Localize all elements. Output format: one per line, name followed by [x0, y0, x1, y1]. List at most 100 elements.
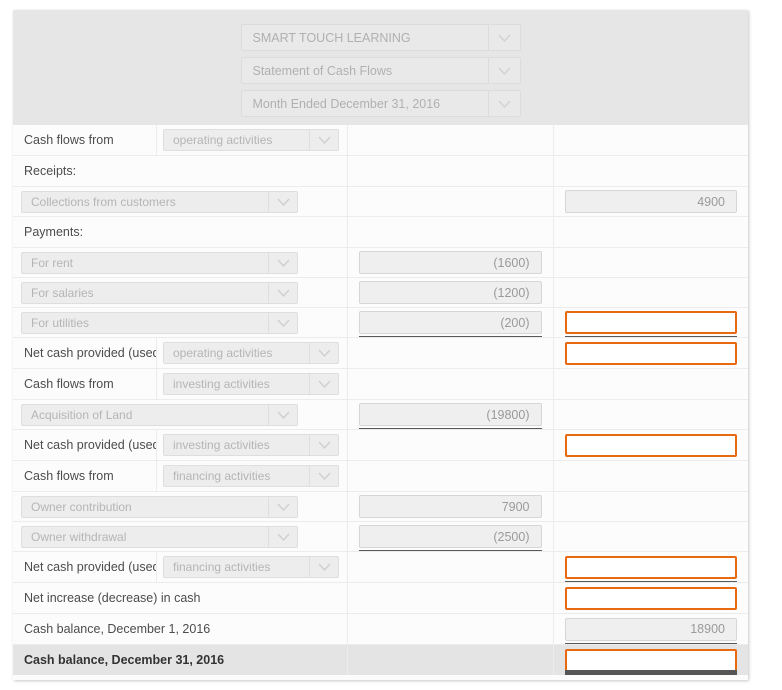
row-label: Cash flows from [13, 369, 157, 399]
amount-cell-col2[interactable]: 4900 [552, 186, 748, 217]
row-label-cell[interactable]: Net cash provided (used) by operating act… [13, 337, 347, 369]
amount-value: (1200) [493, 285, 530, 300]
activity-select-value: financing activities [173, 560, 271, 574]
chevron-down-icon[interactable] [268, 496, 297, 517]
chevron-down-icon[interactable] [309, 130, 338, 150]
statement-select[interactable]: Statement of Cash Flows [240, 57, 521, 84]
table-row: Net cash provided (used) by financing act… [13, 551, 748, 583]
amount-cell-col2[interactable] [552, 429, 748, 461]
amount-input-empty[interactable] [564, 555, 737, 579]
amount-input-empty[interactable] [564, 311, 737, 334]
chevron-down-icon[interactable] [268, 404, 297, 425]
activity-select[interactable]: operating activities [163, 342, 339, 364]
row-label-cell[interactable]: Cash flows from operating activities [13, 125, 347, 156]
chevron-down-icon[interactable] [309, 435, 338, 455]
activity-select[interactable]: investing activities [163, 373, 339, 395]
amount-input[interactable]: 18900 [564, 617, 737, 641]
row-label: Payments: [24, 225, 84, 239]
chevron-down-icon[interactable] [487, 91, 520, 116]
row-label-cell[interactable]: Cash flows from financing activities [13, 460, 347, 492]
line-item-select[interactable]: Collections from customers [21, 190, 298, 213]
row-label-cell[interactable]: Owner withdrawal [13, 521, 347, 552]
line-item-select-value: For salaries [31, 285, 94, 300]
amount-input-empty[interactable] [564, 648, 737, 672]
amount-cell-col1 [346, 551, 553, 583]
line-item-select[interactable]: Owner withdrawal [21, 525, 298, 548]
chevron-down-icon[interactable] [268, 282, 297, 303]
amount-cell-col1 [346, 644, 553, 675]
table-row: Collections from customers 4900 [13, 186, 748, 217]
amount-cell-col2 [552, 216, 748, 248]
statement-header: SMART TOUCH LEARNING Statement of Cash F… [13, 10, 748, 125]
chevron-down-icon[interactable] [268, 526, 297, 547]
chevron-down-icon[interactable] [309, 343, 338, 363]
chevron-down-icon[interactable] [268, 252, 297, 273]
line-item-select[interactable]: Acquisition of Land [21, 403, 298, 426]
amount-cell-col2[interactable] [552, 551, 748, 583]
activity-select[interactable]: investing activities [163, 434, 339, 456]
amount-input[interactable]: (1200) [358, 281, 542, 304]
amount-cell-col2[interactable] [552, 307, 748, 338]
activity-select[interactable]: operating activities [163, 129, 339, 151]
line-item-select[interactable]: For salaries [21, 281, 298, 304]
company-select[interactable]: SMART TOUCH LEARNING [240, 24, 521, 51]
chevron-down-icon[interactable] [268, 312, 297, 333]
activity-select[interactable]: financing activities [163, 556, 339, 578]
amount-cell-col1[interactable]: (2500) [346, 521, 553, 552]
chevron-down-icon[interactable] [487, 25, 520, 50]
row-label-cell[interactable]: For rent [13, 247, 347, 278]
amount-cell-col2[interactable] [552, 337, 748, 369]
table-body: Cash flows from operating activities Recei… [13, 125, 748, 675]
row-label-cell[interactable]: Owner contribution [13, 491, 347, 522]
table-row: Net increase (decrease) in cash [13, 582, 748, 614]
amount-cell-col1[interactable]: (200) [346, 307, 553, 338]
amount-input[interactable]: (19800) [358, 403, 542, 426]
amount-cell-col2[interactable] [552, 644, 748, 675]
chevron-down-icon[interactable] [309, 557, 338, 577]
amount-cell-col1[interactable]: (19800) [346, 399, 553, 430]
amount-input[interactable]: (2500) [358, 525, 542, 548]
amount-input-empty[interactable] [564, 586, 737, 610]
row-label-cell[interactable]: For utilities [13, 307, 347, 338]
amount-input[interactable]: 4900 [564, 190, 737, 213]
chevron-down-icon[interactable] [309, 466, 338, 486]
line-item-select[interactable]: For utilities [21, 311, 298, 334]
line-item-select[interactable]: For rent [21, 251, 298, 274]
row-label: Receipts: [24, 164, 77, 178]
amount-cell-col2[interactable]: 18900 [552, 613, 748, 645]
cash-flow-table: Cash flows from operating activities Recei… [13, 125, 748, 675]
row-label-cell[interactable]: For salaries [13, 277, 347, 308]
chevron-down-icon[interactable] [268, 191, 297, 212]
row-label-cell[interactable]: Net cash provided (used) by financing act… [13, 551, 347, 583]
activity-select[interactable]: financing activities [163, 465, 339, 487]
amount-input-empty[interactable] [564, 341, 737, 365]
amount-cell-col1[interactable]: 7900 [346, 491, 553, 522]
row-label-with-select: Net cash provided (used) by financing act… [13, 552, 347, 582]
amount-cell-col1[interactable]: (1600) [346, 247, 553, 278]
line-item-select[interactable]: Owner contribution [21, 495, 298, 518]
table-row: Owner contribution 7900 [13, 491, 748, 522]
row-label-cell[interactable]: Cash flows from investing activities [13, 368, 347, 400]
amount-input[interactable]: 7900 [358, 495, 542, 518]
row-label: Net cash provided (used) by [13, 552, 157, 582]
row-label-cell[interactable]: Acquisition of Land [13, 399, 347, 430]
row-label-cell[interactable]: Net cash provided (used) by investing act… [13, 429, 347, 461]
line-item-select-value: For utilities [31, 315, 90, 330]
amount-cell-col1 [346, 155, 553, 187]
amount-cell-col1[interactable]: (1200) [346, 277, 553, 308]
amount-cell-col1 [346, 216, 553, 248]
table-row: Cash flows from financing activities [13, 460, 748, 492]
row-label-with-select: Cash flows from operating activities [13, 125, 347, 155]
chevron-down-icon[interactable] [309, 374, 338, 394]
table-row: For rent (1600) [13, 247, 748, 278]
amount-value: 18900 [690, 622, 725, 636]
row-label-with-select: Net cash provided (used) by investing act… [13, 430, 347, 460]
row-label-cell[interactable]: Collections from customers [13, 186, 347, 217]
chevron-down-icon[interactable] [487, 58, 520, 83]
amount-input-empty[interactable] [564, 433, 737, 457]
amount-cell-col2[interactable] [552, 582, 748, 614]
amount-input[interactable]: (200) [358, 311, 542, 334]
period-select[interactable]: Month Ended December 31, 2016 [240, 90, 521, 117]
amount-cell-col2 [552, 521, 748, 552]
amount-input[interactable]: (1600) [358, 251, 542, 274]
